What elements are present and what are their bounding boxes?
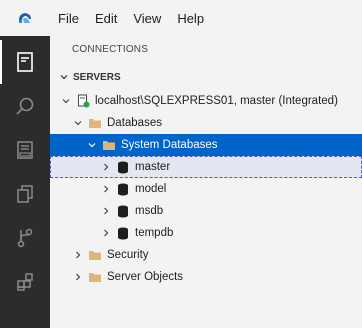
server-icon	[76, 94, 90, 108]
search-icon[interactable]	[0, 84, 50, 128]
database-icon	[116, 160, 130, 174]
folder-icon	[88, 116, 102, 130]
chevron-right-icon[interactable]	[100, 183, 112, 195]
tree-item-server-objects[interactable]: Server Objects	[50, 266, 362, 288]
notebooks-icon[interactable]	[0, 128, 50, 172]
system-databases-label: System Databases	[121, 139, 218, 151]
menu-help[interactable]: Help	[169, 0, 212, 36]
chevron-right-icon[interactable]	[72, 271, 84, 283]
extensions-icon[interactable]	[0, 172, 50, 216]
security-label: Security	[107, 249, 149, 261]
database-icon	[116, 182, 130, 196]
chevron-right-icon[interactable]	[100, 227, 112, 239]
server-label: localhost\SQLEXPRESS01, master (Integrat…	[95, 95, 338, 107]
chevron-right-icon[interactable]	[100, 205, 112, 217]
activity-bar	[0, 36, 50, 328]
menu-edit[interactable]: Edit	[87, 0, 125, 36]
connections-icon[interactable]	[0, 40, 50, 84]
extensions-marketplace-icon[interactable]	[0, 260, 50, 304]
folder-icon	[102, 138, 116, 152]
azure-data-studio-logo	[0, 0, 50, 36]
db-label: msdb	[135, 205, 164, 217]
source-control-icon[interactable]	[0, 216, 50, 260]
chevron-down-icon[interactable]	[60, 95, 72, 107]
tree-item-server[interactable]: localhost\SQLEXPRESS01, master (Integrat…	[50, 90, 362, 112]
tree-item-system-databases[interactable]: System Databases	[50, 134, 362, 156]
servers-section-label: SERVERS	[73, 71, 121, 83]
chevron-right-icon[interactable]	[72, 249, 84, 261]
chevron-down-icon	[60, 73, 70, 81]
tree-item-security[interactable]: Security	[50, 244, 362, 266]
chevron-down-icon[interactable]	[86, 139, 98, 151]
tree-item-master[interactable]: master	[50, 156, 362, 178]
menu-bar: File Edit View Help	[0, 0, 362, 36]
chevron-right-icon[interactable]	[100, 161, 112, 173]
panel-title: CONNECTIONS	[72, 44, 149, 55]
folder-icon	[88, 270, 102, 284]
database-icon	[116, 226, 130, 240]
tree-item-databases[interactable]: Databases	[50, 112, 362, 134]
db-label: model	[135, 183, 167, 195]
databases-label: Databases	[107, 117, 162, 129]
tree-item-tempdb[interactable]: tempdb	[50, 222, 362, 244]
db-label: master	[135, 161, 171, 173]
menu-file[interactable]: File	[50, 0, 87, 36]
db-label: tempdb	[135, 227, 174, 239]
folder-icon	[88, 248, 102, 262]
chevron-down-icon[interactable]	[72, 117, 84, 129]
connections-panel: CONNECTIONS SERVERS localhost\SQLEXPRESS…	[50, 36, 362, 328]
tree-item-msdb[interactable]: msdb	[50, 200, 362, 222]
tree-item-model[interactable]: model	[50, 178, 362, 200]
database-icon	[116, 204, 130, 218]
servers-section-header[interactable]: SERVERS	[50, 66, 362, 88]
server-objects-label: Server Objects	[107, 271, 184, 283]
menu-view[interactable]: View	[125, 0, 169, 36]
